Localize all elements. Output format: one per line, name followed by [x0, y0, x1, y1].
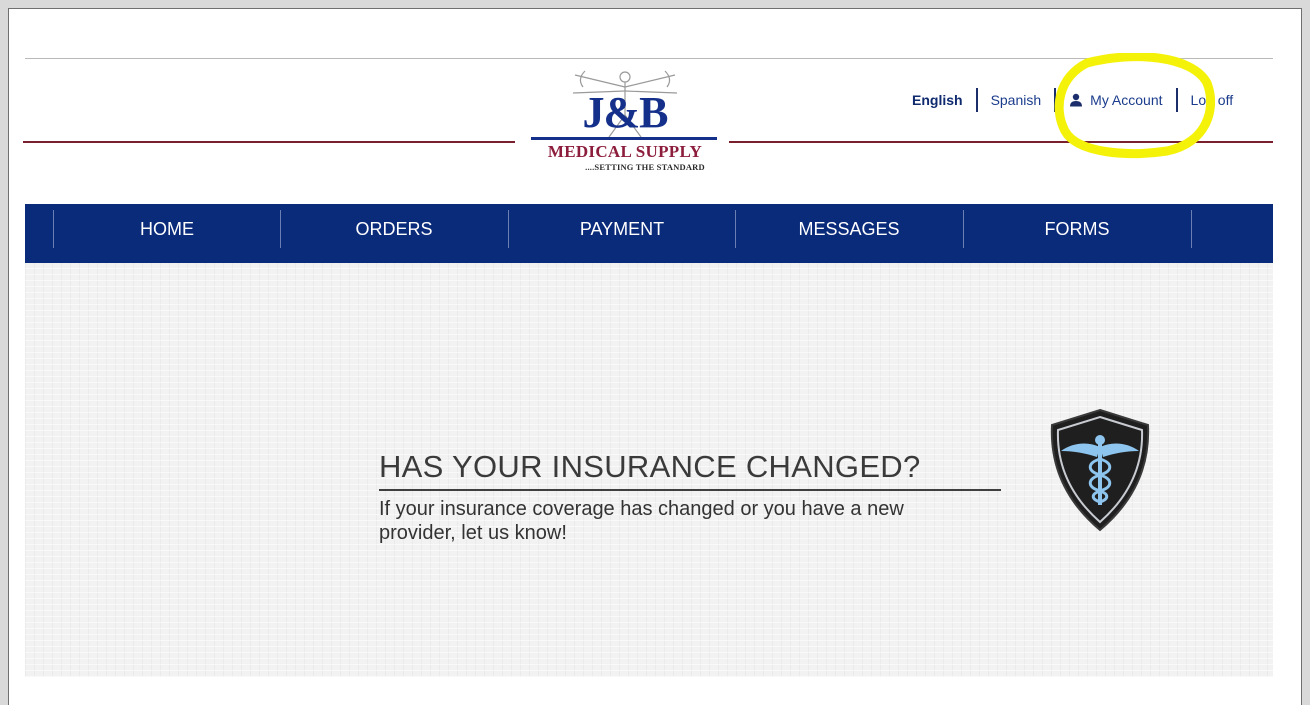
logo-tagline: ....SETTING THE STANDARD	[585, 162, 705, 172]
header-top-rule	[25, 58, 1273, 59]
banner-text: If your insurance coverage has changed o…	[379, 498, 904, 544]
nav-payment[interactable]: PAYMENT	[508, 210, 735, 248]
logo-subtitle: MEDICAL SUPPLY	[547, 142, 703, 161]
page-frame: J&B MEDICAL SUPPLY ....SETTING THE STAND…	[8, 8, 1302, 705]
log-off-link[interactable]: Log off	[1178, 87, 1247, 113]
nav-messages[interactable]: MESSAGES	[735, 210, 962, 248]
my-account-label: My Account	[1090, 92, 1163, 108]
my-account-link[interactable]: My Account	[1056, 87, 1175, 113]
header-red-rule-right	[729, 141, 1273, 143]
logo-name: J&B	[582, 88, 669, 137]
nav-forms[interactable]: FORMS	[963, 210, 1190, 248]
main-nav: HOME ORDERS PAYMENT MESSAGES FORMS	[25, 204, 1273, 263]
language-english-link[interactable]: English	[899, 87, 976, 113]
logo-bar	[531, 137, 717, 140]
insurance-banner[interactable]: HAS YOUR INSURANCE CHANGED? If your insu…	[25, 263, 1273, 677]
top-links: English Spanish My Account Log off	[899, 87, 1246, 113]
banner-rule	[379, 489, 1001, 491]
nav-divider	[1191, 210, 1192, 248]
nav-home[interactable]: HOME	[53, 210, 280, 248]
company-logo[interactable]: J&B MEDICAL SUPPLY ....SETTING THE STAND…	[525, 67, 725, 187]
nav-orders[interactable]: ORDERS	[280, 210, 507, 248]
language-spanish-link[interactable]: Spanish	[978, 87, 1055, 113]
caduceus-shield-icon	[1050, 408, 1150, 532]
header-red-rule-left	[23, 141, 515, 143]
person-icon	[1070, 93, 1083, 107]
banner-title: HAS YOUR INSURANCE CHANGED?	[379, 449, 921, 484]
